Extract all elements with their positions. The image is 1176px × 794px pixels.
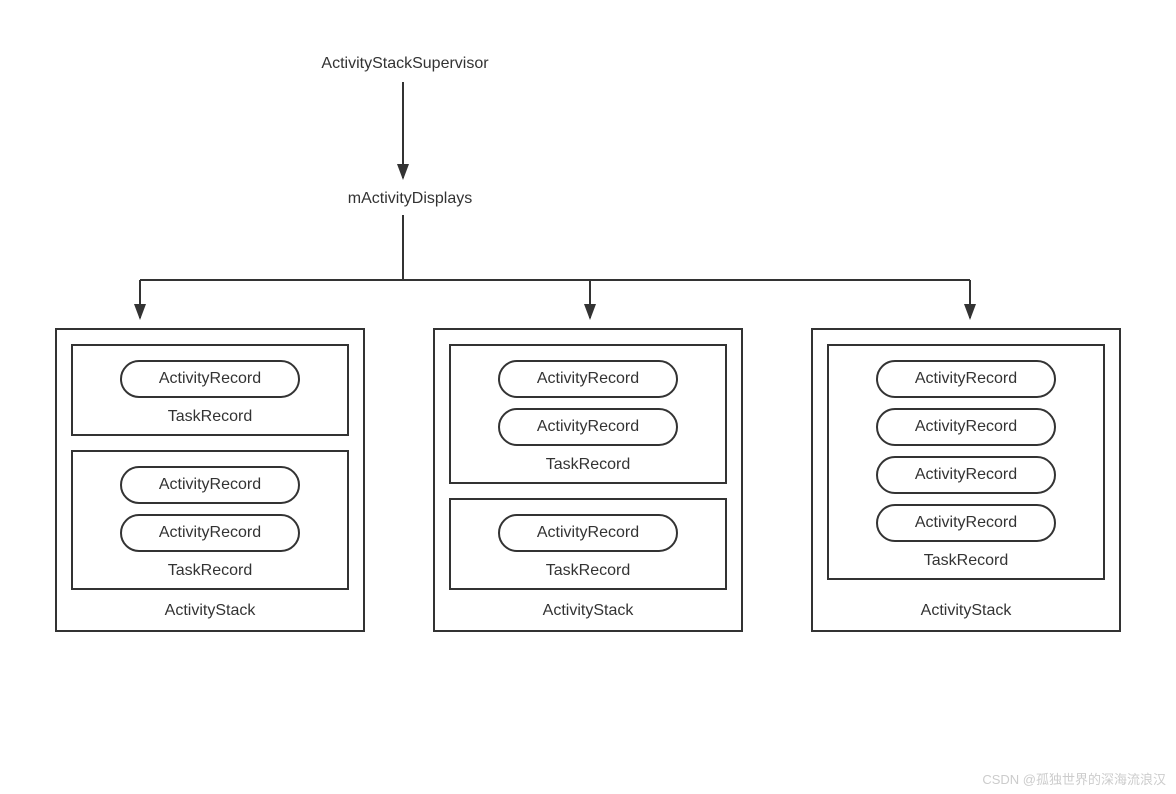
task-record: ActivityRecord ActivityRecord ActivityReco…	[827, 344, 1105, 580]
activity-record: ActivityRecord	[498, 360, 678, 398]
task-record-label: TaskRecord	[829, 552, 1103, 570]
supervisor-label: ActivityStackSupervisor	[300, 55, 510, 73]
activity-stack-label: ActivityStack	[813, 602, 1119, 620]
activity-record: ActivityRecord	[876, 456, 1056, 494]
activity-record: ActivityRecord	[498, 408, 678, 446]
activity-record: ActivityRecord	[120, 514, 300, 552]
activity-record: ActivityRecord	[120, 466, 300, 504]
task-record: ActivityRecord TaskRecord	[449, 498, 727, 590]
task-record: ActivityRecord ActivityRecord TaskRecord	[71, 450, 349, 590]
activity-stack-label: ActivityStack	[435, 602, 741, 620]
activity-stack-label: ActivityStack	[57, 602, 363, 620]
task-record-label: TaskRecord	[451, 456, 725, 474]
task-record: ActivityRecord TaskRecord	[71, 344, 349, 436]
activity-record: ActivityRecord	[120, 360, 300, 398]
activity-record: ActivityRecord	[498, 514, 678, 552]
activity-record: ActivityRecord	[876, 504, 1056, 542]
watermark: CSDN @孤独世界的深海流浪汉	[982, 769, 1166, 788]
activity-record: ActivityRecord	[876, 408, 1056, 446]
activity-stack: ActivityRecord ActivityRecord ActivityReco…	[811, 328, 1121, 632]
task-record-label: TaskRecord	[73, 562, 347, 580]
task-record-label: TaskRecord	[451, 562, 725, 580]
activity-stack: ActivityRecordActivityRecordTaskRecordAc…	[433, 328, 743, 632]
stacks-row: ActivityRecordTaskRecordActivityRecordAc…	[55, 328, 1121, 632]
displays-label: mActivityDisplays	[320, 190, 500, 208]
activity-record: ActivityRecord	[876, 360, 1056, 398]
task-record-label: TaskRecord	[73, 408, 347, 426]
task-record: ActivityRecord ActivityRecord TaskRecord	[449, 344, 727, 484]
activity-stack: ActivityRecordTaskRecordActivityRecordAc…	[55, 328, 365, 632]
